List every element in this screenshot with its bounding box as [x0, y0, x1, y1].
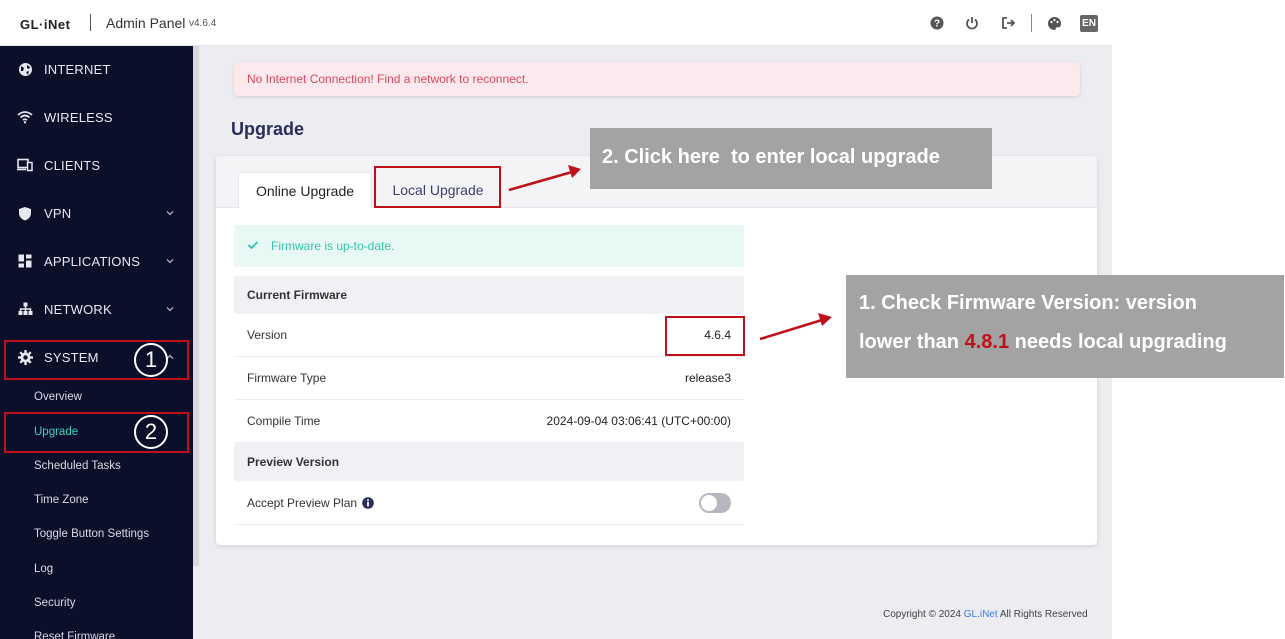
sidebar-item-label: CLIENTS [44, 157, 101, 173]
sidebar-item-label: NETWORK [44, 301, 112, 317]
sidebar-item-internet[interactable]: INTERNET [0, 52, 193, 86]
app-title: Admin Panel [106, 15, 186, 31]
brand-link[interactable]: GL.iNet [964, 609, 998, 620]
sidebar-item-clients[interactable]: CLIENTS [0, 148, 193, 182]
network-icon [17, 301, 33, 317]
firmware-type-row: Firmware Type release3 [234, 357, 744, 400]
power-icon[interactable] [964, 15, 980, 31]
sidebar-subitem-overview[interactable]: Overview [34, 391, 82, 403]
callout-1-suffix: needs local upgrading [1009, 331, 1227, 353]
version-label: Version [247, 328, 288, 342]
info-icon[interactable] [362, 497, 374, 509]
firmware-status-banner: Firmware is up-to-date. [234, 225, 744, 267]
firmware-type-value: release3 [684, 371, 731, 385]
compile-time-label: Compile Time [247, 414, 321, 428]
firmware-type-label: Firmware Type [247, 371, 327, 385]
sidebar-subitem-time-zone[interactable]: Time Zone [34, 494, 89, 506]
current-firmware-heading: Current Firmware [234, 276, 744, 314]
sidebar-item-applications[interactable]: APPLICATIONS [0, 244, 193, 278]
sidebar-item-label: VPN [44, 205, 72, 221]
palette-icon[interactable] [1046, 15, 1062, 31]
shield-icon [17, 205, 33, 221]
chevron-down-icon [166, 211, 174, 216]
sidebar-subitem-log[interactable]: Log [34, 563, 53, 575]
sidebar-scrollbar[interactable] [193, 46, 199, 566]
compile-time-row: Compile Time 2024-09-04 03:06:41 (UTC+00… [234, 400, 744, 443]
sidebar-item-wireless[interactable]: WIRELESS [0, 100, 193, 134]
wifi-icon [17, 109, 33, 125]
page-title: Upgrade [231, 119, 305, 139]
footer-copyright: Copyright © 2024 GL.iNet All Rights Rese… [883, 609, 1088, 620]
sidebar-subitem-security[interactable]: Security [34, 597, 76, 609]
chevron-down-icon [166, 259, 174, 264]
chevron-down-icon [166, 307, 174, 312]
accept-preview-label: Accept Preview Plan [247, 496, 358, 510]
copyright-prefix: Copyright © 2024 [883, 609, 961, 620]
alert-text[interactable]: No Internet Connection! Find a network t… [247, 72, 529, 86]
sidebar-subitem-toggle-button-settings[interactable]: Toggle Button Settings [34, 528, 149, 540]
sidebar-item-label: INTERNET [44, 61, 111, 77]
sidebar-item-network[interactable]: NETWORK [0, 292, 193, 326]
tab-online-upgrade[interactable]: Online Upgrade [238, 172, 372, 208]
section-title: Preview Version [247, 455, 340, 469]
callout-1-version-highlight: 4.8.1 [964, 331, 1010, 353]
header-separator [90, 14, 91, 31]
toggle-knob [701, 495, 717, 511]
accept-preview-row: Accept Preview Plan [234, 482, 744, 525]
accept-preview-toggle[interactable] [699, 493, 731, 513]
top-header: GL·iNet Admin Panel v4.6.4 ? EN [0, 0, 1112, 46]
firmware-status-text: Firmware is up-to-date. [271, 239, 395, 253]
sidebar-item-label: APPLICATIONS [44, 253, 141, 269]
sidebar-item-vpn[interactable]: VPN [0, 196, 193, 230]
callout-1-line-1: 1. Check Firmware Version: version [859, 292, 1197, 314]
logout-icon[interactable] [1000, 15, 1016, 31]
check-icon [247, 241, 259, 250]
callout-local-upgrade: 2. Click here to enter local upgrade [590, 128, 992, 189]
globe-icon [17, 61, 33, 77]
help-icon[interactable]: ? [929, 15, 945, 31]
no-internet-alert: No Internet Connection! Find a network t… [234, 62, 1080, 96]
header-divider [1031, 14, 1032, 32]
sidebar-subitem-reset-firmware[interactable]: Reset Firmware [34, 631, 115, 639]
compile-time-value: 2024-09-04 03:06:41 (UTC+00:00) [546, 414, 731, 428]
devices-icon [17, 157, 33, 173]
language-switch[interactable]: EN [1080, 15, 1098, 32]
section-title: Current Firmware [247, 288, 348, 302]
callout-2-text: 2. Click here to enter local upgrade [602, 146, 940, 168]
callout-1-prefix: lower than [859, 331, 965, 353]
step-1-marker: 1 [134, 343, 168, 377]
callout-check-version: 1. Check Firmware Version: version lower… [846, 275, 1284, 378]
preview-version-heading: Preview Version [234, 443, 744, 481]
sidebar-item-label: WIRELESS [44, 109, 113, 125]
version-highlight-box [665, 316, 745, 356]
callout-1-line-2: lower than 4.8.1 needs local upgrading [859, 331, 1227, 354]
copyright-suffix: All Rights Reserved [999, 609, 1088, 620]
step-2-marker: 2 [134, 415, 168, 449]
local-upgrade-highlight-box [374, 166, 501, 208]
app-version: v4.6.4 [189, 18, 217, 29]
sidebar-subitem-scheduled-tasks[interactable]: Scheduled Tasks [34, 460, 121, 472]
apps-grid-icon [17, 253, 33, 269]
svg-text:?: ? [934, 19, 940, 30]
brand-logo[interactable]: GL·iNet [20, 17, 70, 32]
